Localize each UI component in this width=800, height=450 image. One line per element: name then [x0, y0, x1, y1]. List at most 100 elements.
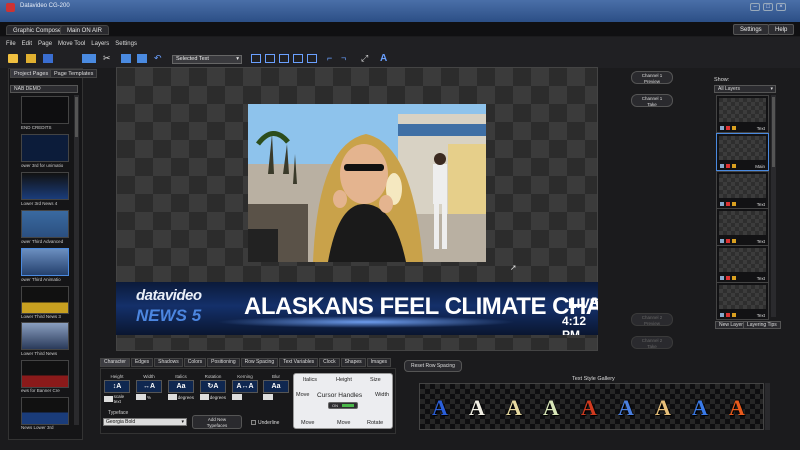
channel1-take-button[interactable]: Channel 1 Take — [631, 94, 673, 107]
crop-corner-icon[interactable]: ⌐ — [327, 54, 337, 63]
new-page-icon[interactable] — [8, 54, 18, 63]
cursor-handles-widget[interactable]: Italics Height Size Move Cursor Handles … — [293, 373, 393, 429]
tag-icon[interactable] — [732, 276, 736, 280]
kerning-value-input[interactable] — [232, 394, 242, 400]
eye-icon[interactable] — [720, 164, 724, 168]
tab-images[interactable]: Images — [366, 358, 392, 367]
cut-icon[interactable]: ✂ — [103, 54, 113, 63]
text-style-item[interactable]: A — [537, 394, 565, 422]
menu-page[interactable]: Page — [38, 41, 52, 47]
live-text[interactable]: LIVE — [568, 295, 598, 311]
channel2-preview-button[interactable]: Channel 2 Preview — [631, 313, 673, 326]
page-thumbnail[interactable] — [21, 322, 69, 350]
text-style-item[interactable]: A — [723, 394, 751, 422]
close-button[interactable]: × — [776, 3, 786, 11]
blur-control[interactable]: Blur Aa — [263, 374, 289, 400]
cursor-italics-label[interactable]: Italics — [303, 377, 317, 383]
help-button[interactable]: Help — [768, 24, 795, 35]
cursor-size-label[interactable]: Size — [370, 377, 381, 383]
page-thumbnail[interactable] — [21, 397, 69, 425]
tab-positioning[interactable]: Positioning — [207, 358, 240, 367]
page-thumbnail[interactable] — [21, 172, 69, 200]
lower-third-graphic[interactable]: datavideo NEWS 5 ALASKANS FEEL CLIMATE C… — [116, 282, 598, 335]
eye-icon[interactable] — [720, 276, 724, 280]
page-thumbnail[interactable] — [21, 286, 69, 314]
tag-icon[interactable] — [732, 239, 736, 243]
align-right-icon[interactable] — [279, 54, 289, 63]
justify-icon[interactable] — [293, 54, 303, 63]
eye-icon[interactable] — [720, 313, 724, 317]
lock-icon[interactable] — [726, 126, 730, 130]
tab-character[interactable]: Character — [100, 358, 130, 367]
tab-colors[interactable]: Colors — [183, 358, 207, 367]
tab-page-templates[interactable]: Page Templates — [50, 69, 98, 78]
reset-row-spacing-button[interactable]: Reset Row Spacing — [404, 360, 462, 372]
layering-tips-button[interactable]: Layering Tips — [743, 321, 781, 329]
height-control[interactable]: Height ↕A scale text — [104, 374, 130, 404]
eye-icon[interactable] — [720, 239, 724, 243]
cursor-move-bottom-left-label[interactable]: Move — [301, 420, 314, 426]
underline-checkbox[interactable]: Underline — [251, 420, 279, 426]
text-tool-icon[interactable]: A — [380, 54, 390, 64]
time-text[interactable]: 4:12 PM — [562, 314, 598, 335]
grid-icon[interactable] — [307, 54, 317, 63]
text-style-item[interactable]: A — [426, 394, 454, 422]
channel1-preview-button[interactable]: Channel 1 Preview — [631, 71, 673, 84]
settings-button[interactable]: Settings — [733, 24, 769, 35]
headline-text[interactable]: ALASKANS FEEL CLIMATE CHANGE — [244, 293, 598, 321]
menu-file[interactable]: File — [6, 41, 16, 47]
eye-icon[interactable] — [720, 126, 724, 130]
tab-edges[interactable]: Edges — [130, 358, 154, 367]
minimize-button[interactable]: – — [750, 3, 760, 11]
text-style-item[interactable]: A — [500, 394, 528, 422]
pages-scrollbar[interactable] — [74, 95, 79, 425]
layers-scrollbar[interactable] — [771, 95, 776, 317]
lock-icon[interactable] — [726, 164, 730, 168]
tag-icon[interactable] — [732, 313, 736, 317]
page-thumbnail[interactable] — [21, 134, 69, 162]
width-icon[interactable]: ↔A — [136, 380, 162, 393]
italics-control[interactable]: Italics Aa degrees — [168, 374, 194, 400]
paste-icon[interactable] — [137, 54, 147, 63]
menu-settings[interactable]: Settings — [115, 41, 137, 47]
width-value-input[interactable] — [136, 394, 146, 400]
rotation-value-input[interactable] — [200, 394, 209, 400]
rotation-control[interactable]: Rotation ↻A degrees — [200, 374, 226, 400]
cursor-rotate-label[interactable]: Rotate — [367, 420, 383, 426]
menu-move-tool[interactable]: Move Tool — [58, 41, 85, 47]
menu-edit[interactable]: Edit — [22, 41, 32, 47]
text-style-item[interactable]: A — [575, 394, 603, 422]
italics-value-input[interactable] — [168, 394, 177, 400]
menu-layers[interactable]: Layers — [91, 41, 109, 47]
blur-icon[interactable]: Aa — [263, 380, 289, 393]
text-style-item[interactable]: A — [686, 394, 714, 422]
copy-icon[interactable] — [121, 54, 131, 63]
tab-shapes[interactable]: Shapes — [340, 358, 366, 367]
tag-icon[interactable] — [732, 164, 736, 168]
tab-text-variables[interactable]: Text Variables — [279, 358, 319, 367]
cursor-handles-toggle[interactable]: ON — [328, 402, 358, 409]
eye-icon[interactable] — [720, 202, 724, 206]
layer-item[interactable]: Text — [716, 171, 769, 209]
align-center-icon[interactable] — [265, 54, 275, 63]
maximize-button[interactable]: □ — [763, 3, 773, 11]
channel2-take-button[interactable]: Channel 2 Take — [631, 336, 673, 349]
tab-main-on-air[interactable]: Main ON AIR — [60, 25, 110, 35]
add-typefaces-button[interactable]: Add New Typefaces — [192, 415, 242, 429]
gallery-scrollbar[interactable] — [765, 383, 770, 430]
fit-screen-icon[interactable]: ⤢ — [361, 54, 371, 63]
lock-icon[interactable] — [726, 313, 730, 317]
cursor-move-bottom-label[interactable]: Move — [337, 420, 350, 426]
tab-shadows[interactable]: Shadows — [154, 358, 183, 367]
typeface-select[interactable]: Georgia Bold — [103, 418, 187, 426]
tag-icon[interactable] — [732, 202, 736, 206]
project-select[interactable]: NAB DEMO — [10, 85, 78, 93]
text-style-item[interactable]: A — [463, 394, 491, 422]
save-icon[interactable] — [43, 54, 53, 63]
tag-icon[interactable] — [732, 126, 736, 130]
checkbox-icon[interactable] — [251, 420, 256, 426]
layers-filter-select[interactable]: All Layers — [714, 85, 776, 93]
rotation-icon[interactable]: ↻A — [200, 380, 226, 393]
cursor-move-left-label[interactable]: Move — [296, 392, 309, 398]
layer-item[interactable]: Text — [716, 95, 769, 133]
